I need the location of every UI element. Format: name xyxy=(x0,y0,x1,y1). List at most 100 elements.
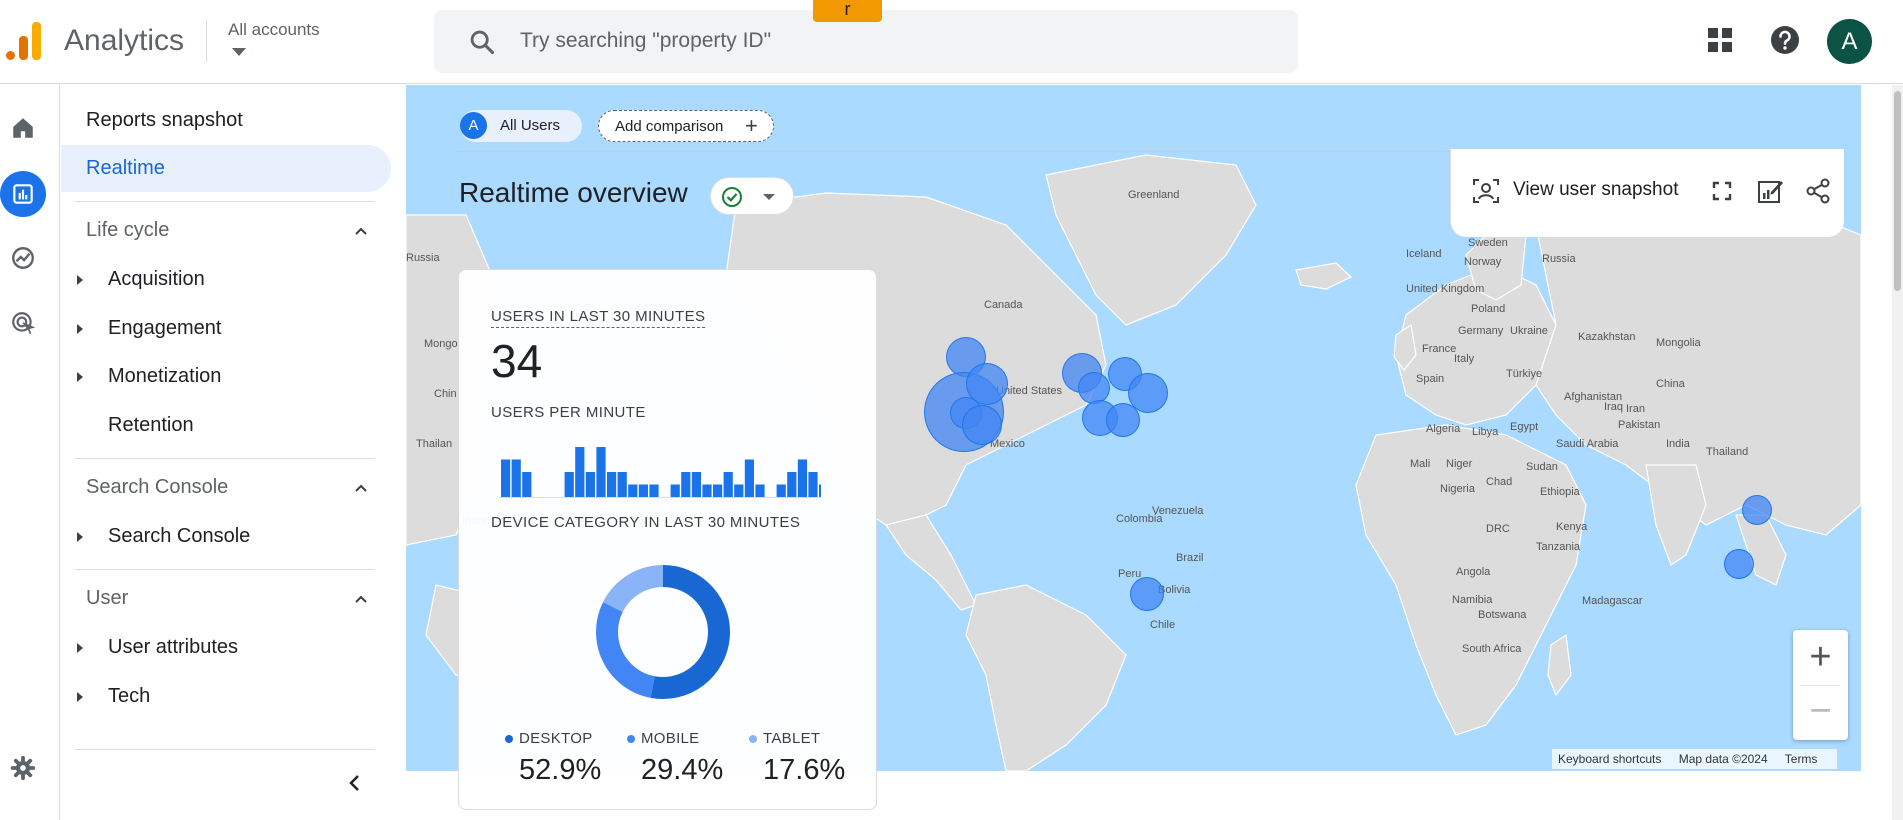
per-minute-bar[interactable] xyxy=(681,472,691,497)
map-country-label: Chad xyxy=(1486,476,1513,488)
map-country-label: Türkiye xyxy=(1506,368,1543,380)
map-country-label: Brazil xyxy=(1176,552,1204,564)
per-minute-bar[interactable] xyxy=(702,484,712,498)
map-country-label: China xyxy=(1656,378,1685,390)
per-minute-bar[interactable] xyxy=(596,447,606,497)
device-category-donut[interactable] xyxy=(593,562,733,702)
plus-icon: + xyxy=(745,113,758,138)
per-minute-bar[interactable] xyxy=(797,459,807,498)
map-zoom-control: + − xyxy=(1793,630,1848,740)
per-minute-bar[interactable] xyxy=(723,472,733,497)
per-minute-bar[interactable] xyxy=(638,484,648,498)
search-icon xyxy=(470,30,495,55)
scrollbar-thumb[interactable] xyxy=(1894,91,1901,291)
keyboard-shortcuts-link[interactable]: Keyboard shortcuts xyxy=(1558,752,1661,766)
nav-item-acquisition[interactable]: Acquisition xyxy=(61,256,391,303)
per-minute-bar[interactable] xyxy=(734,484,744,498)
nav-item-retention[interactable]: Retention xyxy=(61,402,391,449)
customize-report-icon[interactable] xyxy=(1755,176,1785,206)
map-country-label: Sudan xyxy=(1526,461,1558,473)
data-status-dropdown[interactable] xyxy=(710,177,794,215)
share-icon[interactable] xyxy=(1803,176,1833,206)
chevron-up-icon xyxy=(355,227,367,235)
analytics-logo-icon[interactable] xyxy=(4,20,42,60)
explore-icon[interactable] xyxy=(0,235,46,281)
per-minute-bar[interactable] xyxy=(755,484,765,498)
map-data-bubble[interactable] xyxy=(1724,549,1754,579)
nav-item-monetization[interactable]: Monetization xyxy=(61,353,391,400)
nav-reports-snapshot[interactable]: Reports snapshot xyxy=(61,97,391,144)
collapse-nav-chevron-left-icon[interactable] xyxy=(345,773,365,793)
map-country-label: Saudi Arabia xyxy=(1556,438,1619,450)
per-minute-bar[interactable] xyxy=(787,472,797,497)
apps-grid-icon[interactable] xyxy=(1702,22,1738,58)
home-icon[interactable] xyxy=(0,105,46,151)
segment-chip-all-users[interactable]: A All Users xyxy=(460,110,582,142)
nav-divider xyxy=(75,201,375,202)
zoom-in-button[interactable]: + xyxy=(1793,630,1848,685)
view-user-snapshot-button[interactable]: View user snapshot xyxy=(1513,179,1678,201)
per-minute-bar[interactable] xyxy=(649,484,659,498)
map-country-label: Russia xyxy=(1542,253,1576,265)
account-selector[interactable]: All accounts xyxy=(228,20,320,40)
donut-slice-tablet[interactable] xyxy=(603,565,664,613)
per-minute-bar[interactable] xyxy=(575,447,585,497)
per-minute-bar[interactable] xyxy=(628,484,638,498)
per-minute-bar[interactable] xyxy=(670,484,680,498)
map-data-bubble[interactable] xyxy=(1130,577,1164,611)
per-minute-bar[interactable] xyxy=(744,459,754,498)
add-comparison-button[interactable]: Add comparison + xyxy=(598,110,774,142)
nav-item-tech[interactable]: Tech xyxy=(61,673,391,720)
reports-icon[interactable] xyxy=(0,171,46,217)
settings-gear-icon[interactable] xyxy=(0,745,46,791)
map-country-label: Chin xyxy=(434,388,457,400)
avatar[interactable]: A xyxy=(1827,19,1872,64)
map-country-label: Mongo xyxy=(424,338,458,350)
expand-arrow-icon xyxy=(77,692,83,702)
per-minute-bar[interactable] xyxy=(522,472,532,497)
fullscreen-icon[interactable] xyxy=(1707,176,1737,206)
nav-divider xyxy=(75,569,375,570)
user-snapshot-icon[interactable] xyxy=(1471,176,1501,206)
legend-tablet: TABLET xyxy=(749,730,820,747)
nav-item-search-console[interactable]: Search Console xyxy=(61,513,391,560)
advertising-icon[interactable] xyxy=(0,300,46,346)
users-per-minute-chart[interactable] xyxy=(491,440,821,500)
nav-section-search-console[interactable]: Search Console xyxy=(61,464,391,511)
per-minute-bar[interactable] xyxy=(511,459,521,498)
per-minute-bar[interactable] xyxy=(691,472,701,497)
add-comparison-label: Add comparison xyxy=(615,118,724,135)
nav-realtime[interactable]: Realtime xyxy=(61,145,391,192)
search-input[interactable]: Try searching "property ID" xyxy=(520,29,771,53)
legend-dot-icon xyxy=(627,735,635,744)
donut-slice-mobile[interactable] xyxy=(596,602,656,698)
per-minute-bar[interactable] xyxy=(607,472,617,497)
map-country-label: Thailand xyxy=(1706,446,1749,458)
zoom-out-button[interactable]: − xyxy=(1793,685,1848,740)
help-icon[interactable] xyxy=(1767,22,1803,58)
per-minute-bar[interactable] xyxy=(808,472,818,497)
per-minute-bar[interactable] xyxy=(819,484,821,498)
per-minute-bar[interactable] xyxy=(776,484,786,498)
per-minute-bar[interactable] xyxy=(501,459,511,498)
nav-section-user[interactable]: User xyxy=(61,575,391,622)
mobile-percent: 29.4% xyxy=(641,754,724,786)
nav-item-user-attributes[interactable]: User attributes xyxy=(61,624,391,671)
per-minute-bar[interactable] xyxy=(585,472,595,497)
caret-down-icon[interactable] xyxy=(232,48,246,56)
users-30min-heading[interactable]: USERS IN LAST 30 MINUTES xyxy=(491,308,706,328)
map-data-bubble[interactable] xyxy=(1078,372,1110,404)
per-minute-bar[interactable] xyxy=(564,472,574,497)
nav-item-engagement[interactable]: Engagement xyxy=(61,305,391,352)
map-country-label: Sweden xyxy=(1468,237,1508,249)
terms-link[interactable]: Terms xyxy=(1785,752,1818,766)
map-data-bubble[interactable] xyxy=(962,405,1002,445)
top-app-bar: Analytics All accounts Try searching "pr… xyxy=(0,0,1903,84)
map-data-bubble[interactable] xyxy=(1742,495,1772,525)
per-minute-bar[interactable] xyxy=(617,472,627,497)
donut-slice-desktop[interactable] xyxy=(650,565,730,699)
legend-dot-icon xyxy=(505,735,513,744)
per-minute-bar[interactable] xyxy=(713,484,723,498)
map-data-bubble[interactable] xyxy=(1106,403,1140,437)
nav-section-life-cycle[interactable]: Life cycle xyxy=(61,207,391,254)
